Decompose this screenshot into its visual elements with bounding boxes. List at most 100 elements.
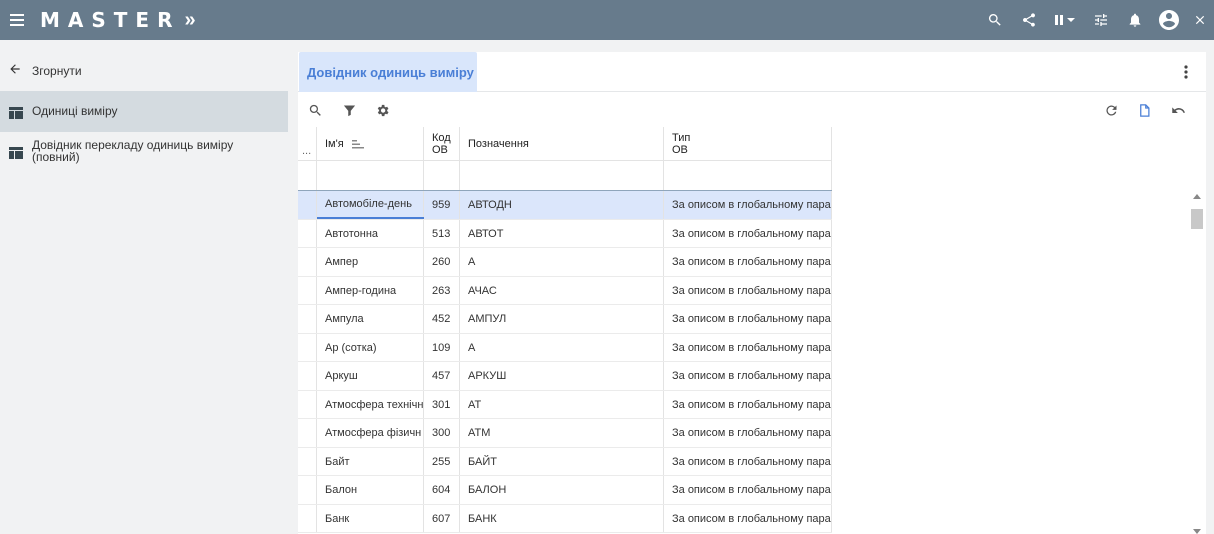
tab-units-directory[interactable]: Довідник одиниць виміру (299, 52, 477, 92)
cell-code[interactable]: 260 (424, 248, 460, 276)
row-menu-icon[interactable]: ... (298, 127, 317, 161)
cell-type[interactable]: За описом в глобальному пара (664, 476, 832, 504)
cell-code[interactable]: 301 (424, 391, 460, 419)
cell-code[interactable]: 959 (424, 191, 460, 219)
cell-code[interactable]: 255 (424, 448, 460, 476)
cell-designation[interactable]: БАЙТ (460, 448, 664, 476)
cell-type[interactable]: За описом в глобальному пара (664, 305, 832, 333)
filter-type-input[interactable] (664, 161, 832, 190)
cell-code[interactable]: 604 (424, 476, 460, 504)
scroll-up-icon[interactable] (1193, 194, 1201, 199)
search-icon[interactable] (978, 0, 1012, 40)
cell-name[interactable]: Автотонна (317, 220, 424, 248)
cell-type[interactable]: За описом в глобальному пара (664, 277, 832, 305)
sidebar: Згорнути Одиниці виміру Довідник перекла… (0, 40, 298, 534)
cell-type[interactable]: За описом в глобальному пара (664, 505, 832, 533)
vertical-scrollbar[interactable] (1190, 192, 1204, 534)
cell-name[interactable]: Ампер-година (317, 277, 424, 305)
table-row[interactable]: Атмосфера технічн 301 АТ За описом в глобал… (298, 390, 832, 419)
table-row[interactable]: Ампула 452 АМПУЛ За описом в глобальному па… (298, 305, 832, 334)
cell-code[interactable]: 300 (424, 419, 460, 447)
cell-type[interactable]: За описом в глобальному пара (664, 334, 832, 362)
filter-designation-input[interactable] (460, 161, 664, 190)
table-row[interactable]: Банк 607 БАНК За описом в глобальному пара (298, 504, 832, 533)
cell-code[interactable]: 607 (424, 505, 460, 533)
cell-name[interactable]: Атмосфера фізичн (317, 419, 424, 447)
column-header-designation[interactable]: Позначення (460, 127, 664, 161)
new-document-icon[interactable] (1135, 101, 1153, 119)
table-row[interactable]: Балон 604 БАЛОН За описом в глобальному пар… (298, 476, 832, 505)
scroll-down-icon[interactable] (1193, 529, 1201, 534)
filter-list-icon[interactable] (1084, 0, 1118, 40)
cell-code[interactable]: 263 (424, 277, 460, 305)
app-logo[interactable]: MASTER (40, 8, 181, 32)
cell-designation[interactable]: АВТОТ (460, 220, 664, 248)
settings-gear-icon[interactable] (373, 101, 391, 119)
table-row[interactable]: Байт 255 БАЙТ За описом в глобальному пара (298, 447, 832, 476)
cell-name[interactable]: Автомобіле-день (317, 191, 424, 219)
expand-chevron-icon[interactable]: » (185, 9, 196, 32)
cell-designation[interactable]: АТ (460, 391, 664, 419)
undo-icon[interactable] (1169, 101, 1187, 119)
cell-code[interactable]: 452 (424, 305, 460, 333)
cell-code[interactable]: 109 (424, 334, 460, 362)
filter-code-input[interactable] (424, 161, 460, 190)
cell-code[interactable]: 513 (424, 220, 460, 248)
share-icon[interactable] (1012, 0, 1046, 40)
cell-name[interactable]: Ар (сотка) (317, 334, 424, 362)
cell-designation[interactable]: АЧАС (460, 277, 664, 305)
hamburger-menu-icon[interactable] (0, 0, 34, 40)
cell-type[interactable]: За описом в глобальному пара (664, 362, 832, 390)
cell-name[interactable]: Ампула (317, 305, 424, 333)
cell-designation[interactable]: А (460, 248, 664, 276)
table-row[interactable]: Автотонна 513 АВТОТ За описом в глобальному… (298, 219, 832, 248)
filter-icon[interactable] (340, 101, 358, 119)
account-icon[interactable] (1152, 0, 1186, 40)
collapse-sidebar-button[interactable]: Згорнути (0, 52, 288, 90)
sidebar-item-units[interactable]: Одиниці виміру (0, 91, 288, 132)
more-vert-icon[interactable] (1178, 64, 1194, 80)
cell-name[interactable]: Аркуш (317, 362, 424, 390)
filter-name-input[interactable] (317, 161, 424, 190)
table-row[interactable]: Ар (сотка) 109 А За описом в глобальному па… (298, 333, 832, 362)
table-icon (9, 147, 23, 159)
cell-designation[interactable]: БАНК (460, 505, 664, 533)
cell-type[interactable]: За описом в глобальному пара (664, 419, 832, 447)
table-row[interactable]: Ампер 260 А За описом в глобальному пара (298, 248, 832, 277)
sort-icon (351, 139, 364, 148)
main-panel: Довідник одиниць виміру ... Ім'я Код ОВ … (298, 52, 1206, 534)
cell-type[interactable]: За описом в глобальному пара (664, 391, 832, 419)
column-header-type[interactable]: Тип ОВ (664, 127, 832, 161)
table-row[interactable]: Автомобіле-день 959 АВТОДН За описом в глоб… (298, 191, 832, 220)
cell-type[interactable]: За описом в глобальному пара (664, 248, 832, 276)
cell-designation[interactable]: АМПУЛ (460, 305, 664, 333)
grid-toolbar (298, 93, 1206, 127)
table-row[interactable]: Атмосфера фізичн 300 АТМ За описом в глобал… (298, 419, 832, 448)
scrollbar-thumb[interactable] (1191, 209, 1203, 229)
cell-designation[interactable]: АВТОДН (460, 191, 664, 219)
cell-type[interactable]: За описом в глобальному пара (664, 448, 832, 476)
cell-type[interactable]: За описом в глобальному пара (664, 191, 832, 219)
cell-code[interactable]: 457 (424, 362, 460, 390)
cell-name[interactable]: Ампер (317, 248, 424, 276)
sidebar-item-label: Одиниці виміру (32, 104, 118, 118)
table-row[interactable]: Ампер-година 263 АЧАС За описом в глобально… (298, 276, 832, 305)
cell-designation[interactable]: АРКУШ (460, 362, 664, 390)
cell-designation[interactable]: АТМ (460, 419, 664, 447)
search-icon[interactable] (306, 101, 324, 119)
refresh-icon[interactable] (1102, 101, 1120, 119)
close-icon[interactable] (1186, 0, 1214, 40)
cell-name[interactable]: Байт (317, 448, 424, 476)
column-header-code[interactable]: Код ОВ (424, 127, 460, 161)
cell-type[interactable]: За описом в глобальному пара (664, 220, 832, 248)
column-header-name[interactable]: Ім'я (317, 127, 424, 161)
bell-icon[interactable] (1118, 0, 1152, 40)
cell-name[interactable]: Атмосфера технічн (317, 391, 424, 419)
pause-dropdown-icon[interactable] (1046, 0, 1084, 40)
sidebar-item-units-translation[interactable]: Довідник перекладу одиниць виміру (повни… (0, 139, 288, 169)
cell-name[interactable]: Балон (317, 476, 424, 504)
cell-designation[interactable]: БАЛОН (460, 476, 664, 504)
cell-name[interactable]: Банк (317, 505, 424, 533)
table-row[interactable]: Аркуш 457 АРКУШ За описом в глобальному пар… (298, 362, 832, 391)
cell-designation[interactable]: А (460, 334, 664, 362)
